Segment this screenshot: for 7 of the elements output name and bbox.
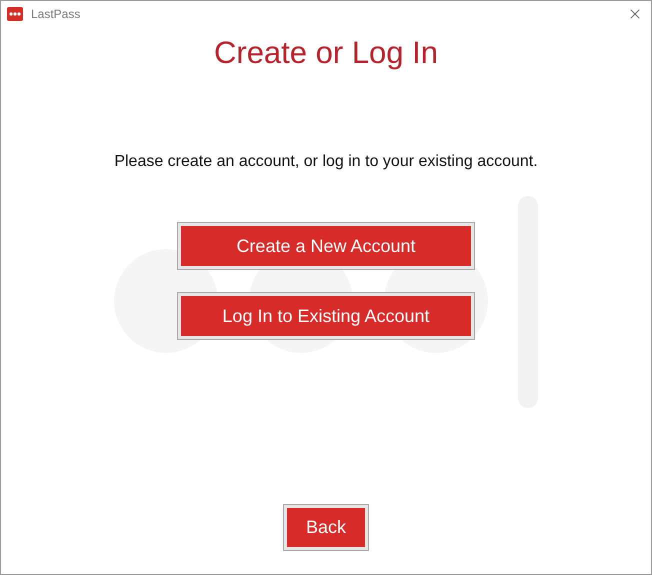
action-button[interactable]: Create a New Account — [178, 223, 474, 269]
instruction-text: Please create an account, or log in to your existing account. — [114, 153, 538, 171]
back-button[interactable]: Back — [284, 505, 368, 550]
action-button[interactable]: Log In to Existing Account — [178, 293, 474, 339]
window-title: LastPass — [31, 7, 82, 21]
app-logo-icon — [7, 7, 23, 21]
page-heading: Create or Log In — [214, 35, 438, 71]
